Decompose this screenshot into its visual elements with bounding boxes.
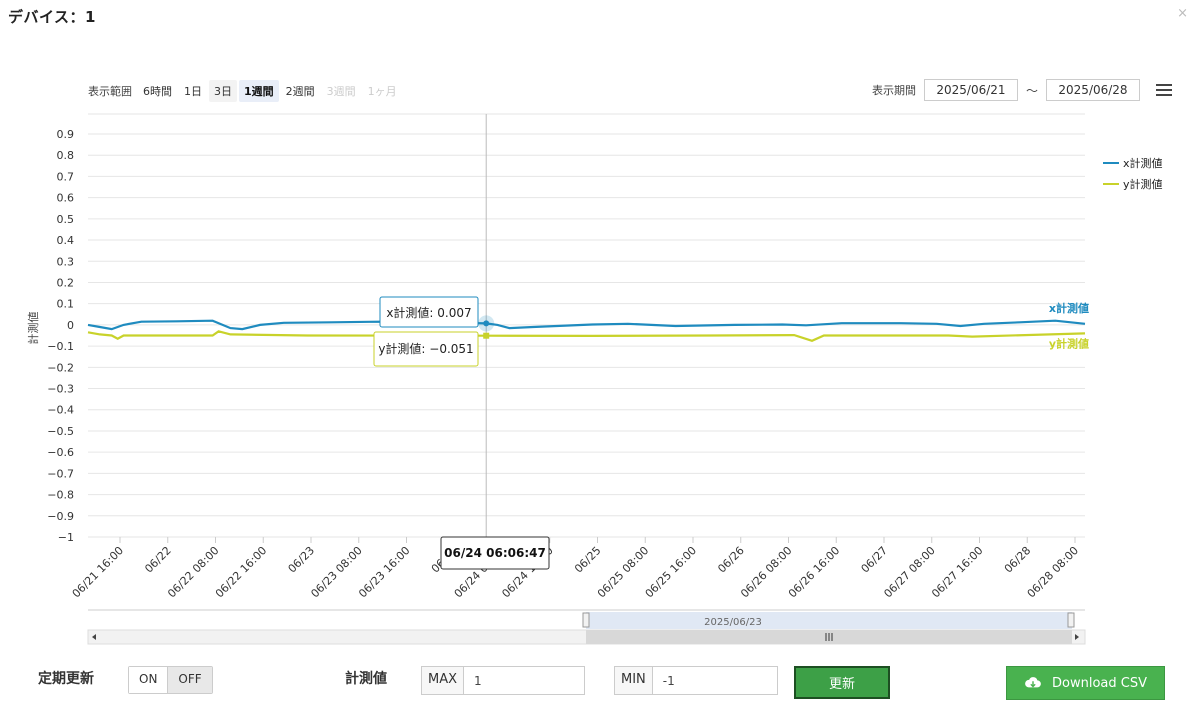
legend-item-x[interactable]: x計測値: [1103, 155, 1163, 171]
series-y-end-label: y計測値: [1049, 336, 1089, 350]
x-tick-label: 06/26 16:00: [786, 544, 843, 601]
x-tick-label: 06/23 16:00: [356, 544, 413, 601]
line-chart: 0.9 0.8 0.7 0.6 0.5 0.4 0.3 0.2 0.1 0 −0.1 −0.2 −0.3…: [26, 113, 1089, 645]
y-tick-label: −1: [58, 531, 74, 544]
navigator-handle-left: [582, 612, 590, 628]
crosshair: x計測値: 0.007 y計測値: −0.051 06/24 06:06:47: [373, 114, 550, 570]
y-tick-label: 0.9: [57, 128, 75, 141]
min-input-group: MIN: [614, 666, 778, 695]
y-tick-label: 0.6: [57, 192, 75, 205]
series-y-line: [87, 330, 1086, 342]
range-1w-button[interactable]: 1週間: [239, 80, 279, 102]
control-bar: 定期更新 ON OFF 計測値 MAX MIN 更新 Download CSV: [0, 660, 1200, 706]
range-2w-button[interactable]: 2週間: [280, 80, 320, 102]
x-tick-label: 06/22 16:00: [213, 544, 270, 601]
y-tick-label: 0.2: [57, 276, 75, 289]
period-from-input[interactable]: 2025/06/21: [923, 79, 1018, 101]
y-tick-label: −0.4: [47, 404, 74, 417]
toggle-off-button[interactable]: OFF: [168, 667, 212, 693]
period-label: 表示期間: [871, 84, 916, 97]
x-tick-label: 06/27 16:00: [929, 544, 986, 601]
y-tick-label: 0.3: [57, 255, 75, 268]
x-tick-label: 06/28: [1002, 544, 1034, 576]
update-button[interactable]: 更新: [794, 666, 890, 699]
max-input[interactable]: [464, 667, 584, 694]
y-tick-label: −0.3: [47, 383, 74, 396]
hamburger-menu-icon[interactable]: [1156, 84, 1172, 98]
close-icon[interactable]: ×: [1177, 6, 1188, 21]
x-tick-label: 06/22: [142, 544, 174, 576]
y-tick-label: −0.9: [47, 510, 74, 523]
y-tick-label: −0.2: [47, 361, 74, 374]
navigator-selection: [586, 612, 1072, 629]
legend-item-y[interactable]: y計測値: [1103, 176, 1163, 192]
y-tick-label: −0.6: [47, 446, 74, 459]
range-3w-button[interactable]: 3週間: [321, 80, 361, 102]
period-separator: ～: [1025, 83, 1038, 98]
y-axis-label: 計測値: [26, 312, 40, 345]
x-tick-label: 06/27: [859, 544, 891, 576]
navigator: 2025/06/23: [87, 609, 1086, 645]
cloud-download-icon: [1025, 677, 1041, 688]
y-tick-label: −0.8: [47, 489, 74, 502]
min-label: MIN: [615, 667, 653, 694]
x-axis-ticks: 06/21 16:00 06/2206/22 08:0006/22 16:00 06…: [70, 537, 1082, 601]
legend-label-x: x計測値: [1123, 157, 1163, 170]
y-tick-label: 0.5: [57, 213, 75, 226]
period-to-input[interactable]: 2025/06/28: [1046, 79, 1140, 101]
tooltip-x-text: x計測値: 0.007: [386, 305, 471, 320]
range-6h-button[interactable]: 6時間: [138, 80, 177, 102]
chart-series: x計測値 y計測値: [87, 301, 1089, 350]
x-tick-label: 06/23: [286, 544, 318, 576]
x-tick-label: 06/25 16:00: [643, 544, 700, 601]
y-tick-label: 0.8: [57, 149, 75, 162]
y-axis-ticks: 0.9 0.8 0.7 0.6 0.5 0.4 0.3 0.2 0.1 0 −0.1 −0.2 −0.3…: [47, 128, 74, 544]
min-input[interactable]: [652, 667, 772, 694]
tooltip-y-text: y計測値: −0.051: [378, 341, 473, 356]
navigator-date-label: 2025/06/23: [704, 617, 762, 628]
y-tick-label: −0.1: [47, 340, 74, 353]
range-1m-button[interactable]: 1ヶ月: [362, 80, 402, 102]
max-input-group: MAX: [421, 666, 585, 695]
y-tick-label: 0.4: [57, 234, 75, 247]
legend-swatch-x: [1103, 162, 1119, 164]
y-tick-label: 0: [67, 319, 74, 332]
hover-point-x: [483, 320, 490, 327]
auto-update-label: 定期更新: [38, 671, 94, 687]
hover-point-y: [483, 332, 490, 339]
auto-update-toggle: ON OFF: [128, 666, 213, 694]
max-label: MAX: [422, 667, 465, 694]
range-1d-button[interactable]: 1日: [179, 80, 207, 102]
x-tick-label: 06/28 08:00: [1025, 544, 1082, 601]
x-tick-label: 06/26: [715, 544, 747, 576]
display-period: 表示期間 2025/06/21 ～ 2025/06/28: [872, 79, 1140, 101]
chart-legend: x計測値 y計測値: [1103, 155, 1163, 197]
range-selector: 表示範囲 6時間 1日 3日 1週間 2週間 3週間 1ヶ月: [88, 80, 404, 102]
y-tick-label: 0.7: [57, 170, 75, 183]
y-tick-label: 0.1: [57, 298, 75, 311]
legend-label-y: y計測値: [1123, 178, 1163, 191]
x-tick-label: 06/25: [572, 544, 604, 576]
modal-title: デバイス：1: [8, 8, 96, 26]
x-tick-label: 06/21 16:00: [70, 544, 127, 601]
value-label: 計測値: [345, 671, 387, 687]
navigator-handle-right: [1067, 612, 1075, 628]
range-3d-button[interactable]: 3日: [209, 80, 237, 102]
download-csv-button[interactable]: Download CSV: [1006, 666, 1165, 700]
tooltip-time-text: 06/24 06:06:47: [444, 546, 546, 560]
series-x-end-label: x計測値: [1049, 301, 1089, 315]
y-tick-label: −0.5: [47, 425, 74, 438]
toggle-on-button[interactable]: ON: [129, 667, 169, 693]
legend-swatch-y: [1103, 183, 1119, 185]
y-tick-label: −0.7: [47, 467, 74, 480]
range-label: 表示範囲: [88, 85, 132, 98]
download-csv-label: Download CSV: [1052, 675, 1147, 691]
